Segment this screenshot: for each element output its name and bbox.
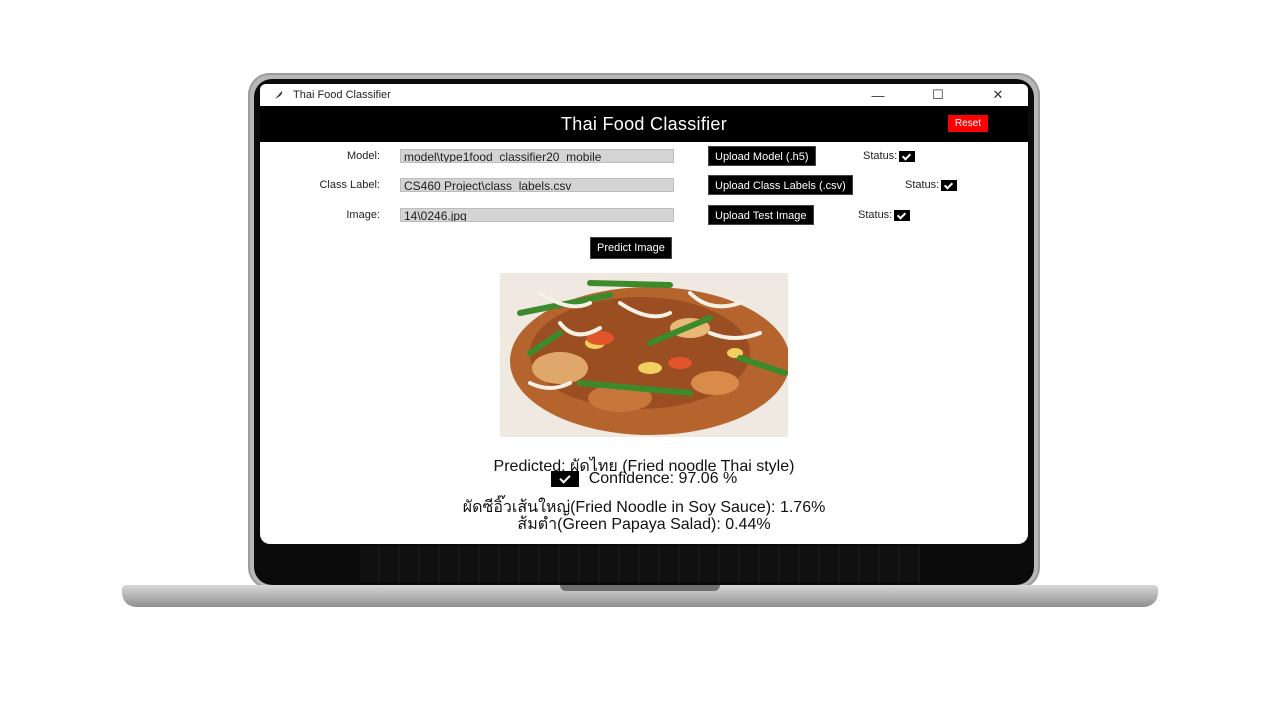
app-header: Thai Food Classifier Reset <box>260 106 1028 142</box>
maximize-button[interactable]: ☐ <box>908 84 968 106</box>
model-label: Model: <box>346 150 380 162</box>
confidence-row: Confidence: 97.06 % <box>260 470 1028 488</box>
feather-icon <box>275 91 283 99</box>
upload-class-labels-button[interactable]: Upload Class Labels (.csv) <box>708 175 853 195</box>
food-photo-illustration <box>500 273 788 437</box>
image-status-label: Status: <box>858 209 893 221</box>
checkmark-icon <box>899 150 916 162</box>
confidence-label: Confidence: 97.06 % <box>588 470 738 487</box>
model-status-label: Status: <box>863 150 898 162</box>
close-button[interactable]: ✕ <box>968 84 1028 106</box>
window-controls: — ☐ ✕ <box>848 84 1028 106</box>
class-label-row: Class Label: CS460 Project\class_labels.… <box>260 175 1028 195</box>
laptop-keyboard <box>360 546 920 582</box>
predict-image-button[interactable]: Predict Image <box>590 237 672 259</box>
food-image <box>500 273 788 437</box>
image-path-field[interactable]: 14\0246.jpg <box>400 208 674 222</box>
model-status: Status: <box>863 150 916 162</box>
minimize-button[interactable]: — <box>848 84 908 106</box>
checkmark-icon <box>894 209 911 221</box>
class-label-status-label: Status: <box>905 179 940 191</box>
laptop-base-notch <box>560 585 720 591</box>
title-bar: Thai Food Classifier — ☐ ✕ <box>260 84 1028 106</box>
class-label-path-field[interactable]: CS460 Project\class_labels.csv <box>400 178 674 192</box>
model-row: Model: model\type1food_classifier20_mobi… <box>260 146 1028 166</box>
upload-model-button[interactable]: Upload Model (.h5) <box>708 146 816 166</box>
upload-test-image-button[interactable]: Upload Test Image <box>708 205 814 225</box>
image-row: Image: 14\0246.jpg Upload Test Image Sta… <box>260 205 1028 225</box>
window-title: Thai Food Classifier <box>293 89 391 101</box>
class-label-status: Status: <box>905 179 958 191</box>
image-label: Image: <box>346 209 380 221</box>
app-window: Thai Food Classifier — ☐ ✕ Thai Food Cla… <box>260 84 1028 544</box>
image-status: Status: <box>858 209 911 221</box>
class-label-label: Class Label: <box>319 179 380 191</box>
model-path-field[interactable]: model\type1food_classifier20_mobile <box>400 149 674 163</box>
app-title: Thai Food Classifier <box>560 113 728 134</box>
checkmark-icon <box>550 471 579 487</box>
reset-button[interactable]: Reset <box>947 115 988 132</box>
checkmark-icon <box>941 179 958 191</box>
alternative-prediction: ส้มตำ(Green Papaya Salad): 0.44% <box>517 516 771 533</box>
